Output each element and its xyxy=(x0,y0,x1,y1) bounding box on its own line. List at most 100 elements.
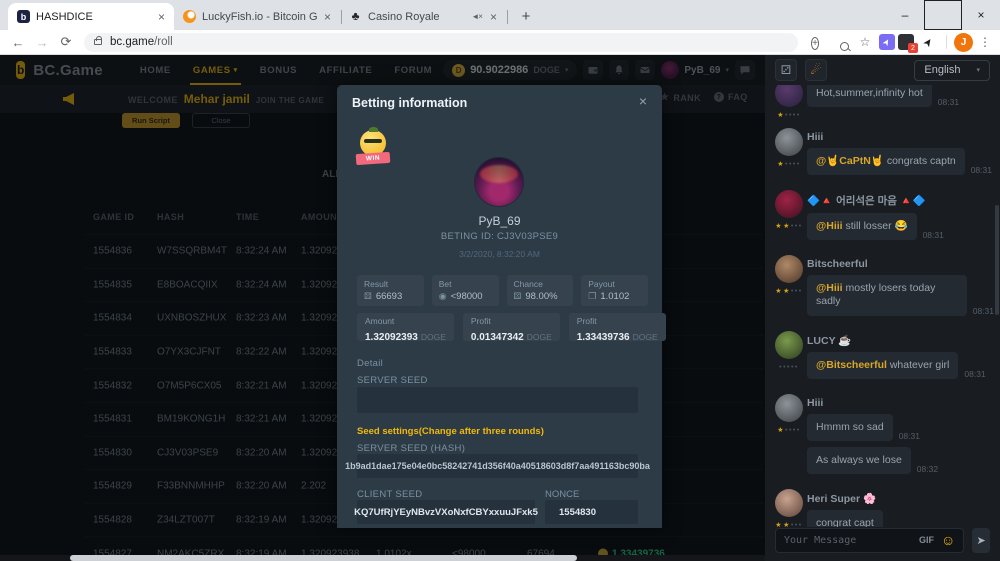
chat-username[interactable]: Heri Super 🌸 xyxy=(807,492,994,505)
extension-icon[interactable]: 2 xyxy=(898,34,914,50)
amount-label: Profit xyxy=(577,316,658,326)
mention-link[interactable]: @Hiii xyxy=(816,282,843,294)
amount-value: 1.32092393 xyxy=(365,332,418,343)
client-seed-label: CLIENT SEED xyxy=(357,489,422,500)
browser-tab[interactable]: Casino Royale ◄× × xyxy=(340,3,506,30)
chat-timestamp: 08:31 xyxy=(964,369,985,379)
minimize-button[interactable]: – xyxy=(886,0,924,30)
tab-close-icon[interactable]: × xyxy=(158,11,165,23)
modal-close-button[interactable]: × xyxy=(635,93,651,109)
bet-stats-row: Result ⚄66693 Bet ◉<98000 Chance ⚄98.00%… xyxy=(357,275,648,306)
tab-bar: HASHDICE × LuckyFish.io - Bitcoin Gambli… xyxy=(0,0,1000,30)
chat-message: ••••• LUCY ☕ @Bitscheerful whatever girl… xyxy=(771,331,994,385)
chat-username[interactable]: LUCY ☕ xyxy=(807,334,994,347)
bookmark-star-icon[interactable]: ☆ xyxy=(854,35,876,49)
stat-card: Bet ◉<98000 xyxy=(432,275,499,306)
chat-timestamp: 08:31 xyxy=(973,306,994,316)
tab-favicon-icon xyxy=(17,10,30,23)
zoom-page-icon[interactable]: + xyxy=(804,35,826,49)
nonce-field[interactable]: 1554830 xyxy=(545,500,638,524)
mention-link[interactable]: @Hiii xyxy=(816,220,843,232)
horizontal-scrollbar-thumb[interactable] xyxy=(70,555,577,561)
mention-link[interactable]: @Bitscheerful xyxy=(816,359,887,371)
address-bar[interactable]: bc.game/roll xyxy=(84,33,798,52)
speaker-muted-icon[interactable]: ◄× xyxy=(471,12,482,21)
chat-avatar[interactable] xyxy=(775,331,803,359)
bet-id: BETING ID: CJ3V03PSE9 xyxy=(337,231,662,242)
tab-close-icon[interactable]: × xyxy=(324,11,331,23)
chat-toolbar: ⚂ ☄ English ▾ xyxy=(765,55,1000,85)
tab-title: LuckyFish.io - Bitcoin Gambling S xyxy=(202,11,318,23)
mention-link[interactable]: @🤘CaPtN🤘 xyxy=(816,155,884,167)
chat-username[interactable]: 🔷🔺 어리석은 마음 🔺🔷 xyxy=(807,193,994,208)
chat-message: ★•••• Hiii @🤘CaPtN🤘 congrats captn 08:31 xyxy=(771,128,994,181)
chat-message: ★★••• 🔷🔺 어리석은 마음 🔺🔷 @Hiii still losser 😂… xyxy=(771,190,994,246)
browser-tab[interactable]: LuckyFish.io - Bitcoin Gambling S × xyxy=(174,3,340,30)
dice-game-button[interactable]: ⚂ xyxy=(775,59,797,81)
chat-username[interactable]: Bitscheerful xyxy=(807,258,994,270)
server-seed-field[interactable] xyxy=(357,387,638,413)
extension-cursor-icon[interactable]: ➤ xyxy=(916,29,939,54)
amount-label: Amount xyxy=(365,316,446,326)
amount-card: Profit 0.01347342DOGE xyxy=(463,313,560,341)
back-button[interactable]: ← xyxy=(6,35,30,50)
server-seed-hash-field[interactable]: 1b9ad1dae175e04e0bc58242741d356f40a40518… xyxy=(357,454,638,478)
chat-avatar[interactable] xyxy=(775,85,803,107)
horizontal-scrollbar xyxy=(0,555,765,561)
browser-profile-avatar[interactable]: J xyxy=(954,33,973,52)
window-controls: – × xyxy=(886,0,1000,30)
forward-button[interactable]: → xyxy=(30,35,54,50)
stat-label: Payout xyxy=(588,279,641,289)
browser-menu-icon[interactable]: ⋮ xyxy=(976,35,994,49)
chat-avatar[interactable] xyxy=(775,190,803,218)
server-seed-label: SERVER SEED xyxy=(357,375,428,386)
chat-avatar[interactable] xyxy=(775,489,803,517)
amount-value: 0.01347342 xyxy=(471,332,524,343)
chat-bubble: Hot,summer,infinity hot xyxy=(807,85,932,107)
browser-toolbar: ← → ⟳ bc.game/roll + ☆ ➤ 2 ➤ J ⋮ xyxy=(0,30,1000,55)
chat-avatar[interactable] xyxy=(775,255,803,283)
chat-message-part: Hmmm so sad 08:31 xyxy=(807,414,994,441)
amount-card: Amount 1.32092393DOGE xyxy=(357,313,454,341)
chat-timestamp: 08:31 xyxy=(971,165,992,175)
player-avatar[interactable] xyxy=(474,157,524,207)
maximize-icon xyxy=(924,0,962,30)
betting-info-modal: Betting information × WIN PyB_69 BETING … xyxy=(337,85,662,528)
chat-avatar[interactable] xyxy=(775,394,803,422)
tab-close-icon[interactable]: × xyxy=(490,11,497,23)
chat-message: ★★••• Heri Super 🌸 congrat capt 08:32 xyxy=(771,489,994,527)
client-seed-field[interactable]: KQ7UfRjYEyNBvzVXoNxfCBYxxuuJFxk5 xyxy=(357,500,535,524)
tab-favicon-icon xyxy=(349,10,362,23)
browser-tab[interactable]: HASHDICE × xyxy=(8,3,174,30)
chat-bubble: Hmmm so sad xyxy=(807,414,893,441)
new-tab-button[interactable]: + xyxy=(514,4,538,28)
chat-avatar[interactable] xyxy=(775,128,803,156)
close-window-button[interactable]: × xyxy=(962,0,1000,30)
comet-icon: ☄ xyxy=(811,63,822,77)
language-value: English xyxy=(924,64,960,76)
lock-icon xyxy=(94,39,102,45)
extension-vpn-icon[interactable]: ➤ xyxy=(879,34,895,50)
user-level-stars: ★•••• xyxy=(771,158,807,168)
chat-username[interactable]: Hiii xyxy=(807,131,994,143)
win-badge-label: WIN xyxy=(356,152,391,165)
chat-bubble: congrat capt xyxy=(807,510,883,527)
chip-icon: ◉ xyxy=(439,291,447,302)
message-input[interactable] xyxy=(784,535,912,546)
reload-button[interactable]: ⟳ xyxy=(54,34,78,50)
chat-message-list: ★•••• Hot,summer,infinity hot 08:31 ★•••… xyxy=(765,85,1000,527)
emoji-icon[interactable]: ☺ xyxy=(941,533,955,547)
chat-message: ★★••• Bitscheerful @Hiii mostly losers t… xyxy=(771,255,994,321)
maximize-button[interactable] xyxy=(924,0,962,30)
crash-game-button[interactable]: ☄ xyxy=(805,59,827,81)
stat-value: 66693 xyxy=(376,291,402,302)
browser-chrome: HASHDICE × LuckyFish.io - Bitcoin Gambli… xyxy=(0,0,1000,55)
stat-value: 98.00% xyxy=(525,291,557,302)
gif-button[interactable]: GIF xyxy=(919,535,934,545)
language-selector[interactable]: English ▾ xyxy=(914,60,990,81)
chat-message-part: @Bitscheerful whatever girl 08:31 xyxy=(807,352,994,379)
chat-scrollbar-thumb[interactable] xyxy=(995,205,999,315)
send-message-button[interactable]: ➤ xyxy=(972,528,990,553)
chat-timestamp: 08:31 xyxy=(923,230,944,240)
chat-username[interactable]: Hiii xyxy=(807,397,994,409)
